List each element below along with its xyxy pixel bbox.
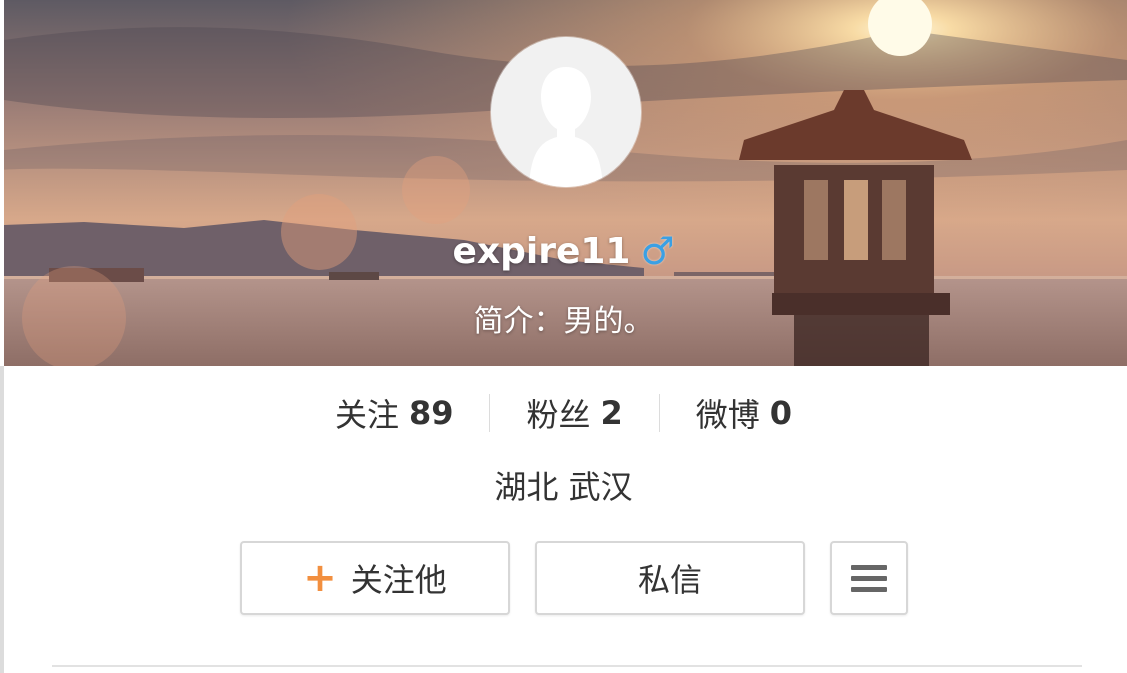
stat-followers[interactable]: 粉丝 2 bbox=[490, 390, 658, 436]
profile-location: 湖北 武汉 bbox=[494, 468, 633, 506]
stat-posts-count: 0 bbox=[769, 394, 793, 432]
stat-posts-label: 微博 bbox=[695, 396, 760, 434]
follow-button-label: 关注他 bbox=[350, 561, 447, 599]
male-gender-icon: ♂ bbox=[640, 229, 675, 273]
more-menu-button[interactable] bbox=[830, 541, 908, 615]
profile-intro: 简介：男的。 bbox=[473, 304, 654, 339]
stat-followers-count: 2 bbox=[600, 394, 623, 432]
stat-followers-label: 粉丝 bbox=[526, 396, 591, 434]
follow-button[interactable]: + 关注他 bbox=[240, 541, 510, 615]
message-button[interactable]: 私信 bbox=[535, 541, 805, 615]
section-divider bbox=[52, 665, 1082, 667]
page-left-edge bbox=[0, 366, 4, 673]
hamburger-menu-icon bbox=[851, 564, 887, 592]
stat-following-label: 关注 bbox=[334, 396, 399, 434]
username: expire11 bbox=[452, 230, 631, 272]
stat-following-count: 89 bbox=[408, 394, 454, 432]
default-avatar-icon[interactable] bbox=[491, 37, 641, 187]
plus-icon: + bbox=[303, 555, 337, 601]
profile-stats: 关注 89 粉丝 2 微博 0 bbox=[0, 390, 1127, 436]
stat-posts[interactable]: 微博 0 bbox=[660, 390, 828, 436]
message-button-label: 私信 bbox=[637, 561, 702, 599]
stat-following[interactable]: 关注 89 bbox=[299, 390, 490, 436]
username-row: expire11 ♂ bbox=[0, 229, 1127, 273]
